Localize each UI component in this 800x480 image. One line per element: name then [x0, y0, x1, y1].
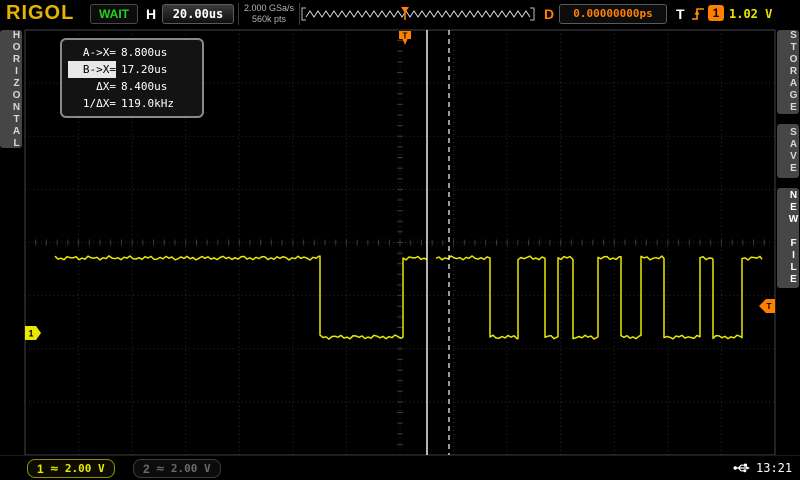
svg-text:T: T — [767, 302, 772, 311]
channel2-number: 2 — [143, 462, 150, 476]
usb-icon — [733, 461, 751, 475]
svg-text:T: T — [403, 32, 408, 41]
menu-item-new-file[interactable]: NEW FILE — [777, 188, 799, 288]
cursor-row-a: A->X= 8.800us — [68, 44, 196, 61]
trigger-position-marker[interactable]: T — [399, 31, 411, 45]
sample-rate-value: 2.000 GSa/s — [239, 3, 299, 14]
channel1-scale: 2.00 V — [65, 462, 105, 475]
channel1-number: 1 — [37, 462, 44, 476]
channel2-scale: 2.00 V — [171, 462, 211, 475]
clock: 13:21 — [756, 461, 792, 475]
cursor-b-label: B->X= — [68, 61, 116, 78]
channel1-badge[interactable]: 1 ≈ 2.00 V — [27, 459, 115, 478]
bottom-bar: 1 ≈ 2.00 V 2 ≈ 2.00 V 13:21 — [0, 455, 800, 480]
menu-item-save[interactable]: SAVE — [777, 124, 799, 178]
ch1-waveform — [55, 256, 762, 339]
cursor-readout-box: A->X= 8.800us B->X= 17.20us ΔX= 8.400us 1/Δ… — [60, 38, 204, 118]
cursor-b-value: 17.20us — [121, 63, 167, 76]
cursor-a-value: 8.800us — [121, 46, 167, 59]
timebase-readout[interactable]: 20.00us — [162, 4, 234, 24]
rigol-logo: RIGOL — [6, 2, 74, 25]
channel1-level-marker[interactable]: 1 — [25, 326, 41, 340]
memory-trigger-marker[interactable] — [401, 7, 409, 13]
memory-waveform-preview — [306, 11, 530, 17]
delay-readout: 0.00000000ps — [559, 4, 667, 24]
horizontal-label: H — [146, 6, 156, 22]
menu-title-storage: STORAGE — [777, 30, 799, 114]
memory-depth-value: 560k pts — [239, 14, 299, 25]
oscilloscope-screen: T 1 T RIGOL WAIT H 20.00us 2.000 GSa/s 560… — [0, 0, 800, 480]
cursor-row-b: B->X= 17.20us — [68, 61, 196, 78]
memory-position-bar — [300, 7, 536, 21]
trigger-level-readout: 1.02 V — [729, 7, 772, 21]
channel2-badge[interactable]: 2 ≈ 2.00 V — [133, 459, 221, 478]
delay-label: D — [544, 6, 554, 22]
trigger-label: T — [676, 6, 685, 22]
trigger-source-badge[interactable]: 1 — [708, 5, 724, 21]
channel2-coupling-icon: ≈ — [156, 462, 165, 475]
cursor-a-label: A->X= — [68, 44, 116, 61]
cursor-dx-value: 8.400us — [121, 80, 167, 93]
trigger-level-marker[interactable]: T — [759, 299, 775, 313]
svg-text:1: 1 — [28, 329, 33, 339]
cursor-freq-value: 119.0kHz — [121, 97, 174, 110]
acquisition-info: 2.000 GSa/s 560k pts — [238, 3, 300, 25]
cursor-freq-label: 1/ΔX= — [68, 95, 116, 112]
cursor-row-dx: ΔX= 8.400us — [68, 78, 196, 95]
menu-title-horizontal: HORIZONTAL — [0, 30, 22, 148]
top-bar: RIGOL WAIT H 20.00us 2.000 GSa/s 560k pt… — [0, 0, 800, 28]
run-state-badge[interactable]: WAIT — [90, 4, 138, 24]
channel1-coupling-icon: ≈ — [50, 462, 59, 475]
cursor-row-freq: 1/ΔX= 119.0kHz — [68, 95, 196, 112]
cursor-dx-label: ΔX= — [68, 78, 116, 95]
trigger-edge-icon — [691, 6, 705, 22]
